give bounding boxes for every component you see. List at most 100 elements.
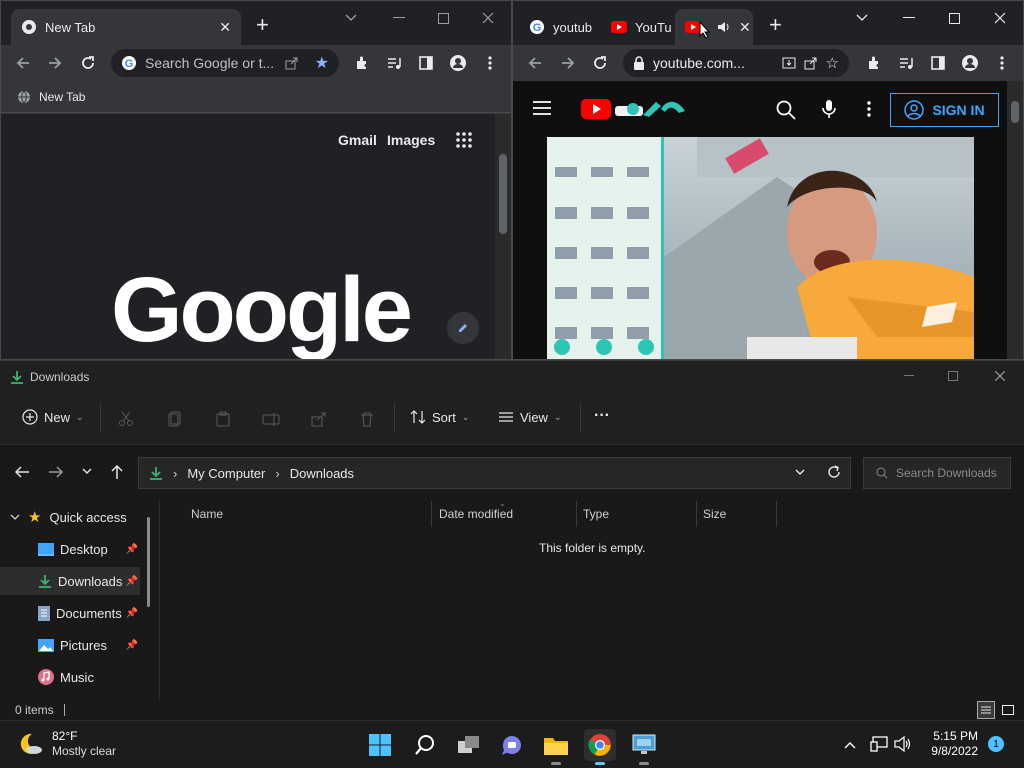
close-window-button[interactable] bbox=[985, 7, 1015, 29]
minimize-button[interactable] bbox=[904, 375, 914, 377]
new-tab-button[interactable]: + bbox=[256, 14, 269, 36]
address-bar[interactable]: › My Computer › Downloads bbox=[138, 457, 851, 489]
close-tab-icon[interactable]: ✕ bbox=[219, 19, 231, 36]
taskbar-search-button[interactable] bbox=[409, 729, 441, 761]
paste-icon[interactable] bbox=[215, 411, 231, 427]
chrome-taskbar-button[interactable] bbox=[584, 729, 616, 765]
share-icon[interactable] bbox=[311, 411, 327, 427]
column-header-type[interactable]: Type bbox=[577, 501, 697, 527]
maximize-button[interactable] bbox=[948, 371, 958, 381]
large-icons-view-icon[interactable] bbox=[999, 701, 1017, 719]
omnibox[interactable]: youtube.com... ☆ bbox=[623, 49, 849, 77]
scrollbar-thumb[interactable] bbox=[499, 154, 507, 234]
remote-desktop-taskbar-button[interactable] bbox=[628, 729, 660, 765]
close-window-button[interactable] bbox=[473, 7, 503, 29]
chevron-down-icon[interactable] bbox=[847, 7, 877, 29]
forward-arrow-icon[interactable] bbox=[45, 53, 65, 73]
extensions-icon[interactable] bbox=[352, 53, 372, 73]
side-panel-icon[interactable] bbox=[928, 53, 948, 73]
more-options-icon[interactable] bbox=[867, 101, 871, 117]
nav-item-downloads[interactable]: Downloads 📌 bbox=[0, 567, 140, 595]
task-view-button[interactable] bbox=[453, 729, 485, 761]
tab-youtube-search[interactable]: G youtub bbox=[519, 9, 599, 45]
minimize-button[interactable] bbox=[894, 7, 924, 29]
back-arrow-icon[interactable] bbox=[525, 53, 545, 73]
maximize-button[interactable] bbox=[428, 7, 458, 29]
kebab-menu-icon[interactable] bbox=[992, 53, 1012, 73]
reload-icon[interactable] bbox=[78, 53, 98, 73]
kebab-menu-icon[interactable] bbox=[480, 53, 500, 73]
column-header-name[interactable]: Name bbox=[185, 501, 432, 527]
tab-youtube-active[interactable]: ✕ bbox=[675, 9, 753, 45]
close-tab-icon[interactable]: ✕ bbox=[739, 19, 751, 36]
bookmark-new-tab[interactable]: New Tab bbox=[39, 90, 85, 104]
bookmark-star-outline-icon[interactable]: ☆ bbox=[826, 54, 839, 72]
nav-item-music[interactable]: Music bbox=[0, 663, 140, 691]
back-arrow-icon[interactable] bbox=[13, 53, 33, 73]
bookmark-star-icon[interactable]: ★ bbox=[315, 53, 329, 73]
lock-icon[interactable] bbox=[633, 56, 645, 70]
maximize-button[interactable] bbox=[939, 7, 969, 29]
forward-arrow-icon[interactable] bbox=[558, 53, 578, 73]
tab-youtube[interactable]: YouTu bbox=[601, 9, 673, 45]
show-hidden-icons-chevron-icon[interactable] bbox=[844, 741, 856, 749]
page-scrollbar[interactable] bbox=[495, 114, 511, 359]
breadcrumb-my-computer[interactable]: My Computer bbox=[187, 466, 265, 481]
delete-icon[interactable] bbox=[359, 411, 375, 427]
up-arrow-icon[interactable] bbox=[110, 464, 124, 480]
address-history-chevron-icon[interactable] bbox=[795, 469, 805, 476]
reload-icon[interactable] bbox=[590, 53, 610, 73]
back-arrow-icon[interactable] bbox=[14, 465, 30, 479]
pin-icon[interactable]: 📌 bbox=[126, 576, 138, 587]
new-button[interactable]: New ⌄ bbox=[22, 409, 84, 425]
start-button[interactable] bbox=[364, 729, 396, 761]
see-more-button[interactable]: ··· bbox=[594, 407, 610, 425]
media-control-icon[interactable] bbox=[896, 53, 916, 73]
details-view-icon[interactable] bbox=[977, 701, 995, 719]
pin-icon[interactable]: 📌 bbox=[126, 544, 138, 555]
video-player[interactable] bbox=[547, 137, 974, 359]
tab-new-tab[interactable]: New Tab ✕ bbox=[11, 9, 241, 45]
scrollbar-thumb[interactable] bbox=[1011, 101, 1019, 123]
sign-in-button[interactable]: SIGN IN bbox=[890, 93, 999, 127]
chevron-down-icon[interactable] bbox=[10, 514, 20, 521]
profile-icon[interactable] bbox=[960, 53, 980, 73]
close-window-button[interactable] bbox=[995, 371, 1005, 381]
page-scrollbar[interactable] bbox=[1007, 81, 1023, 359]
notification-badge[interactable]: 1 bbox=[988, 736, 1004, 752]
share-icon[interactable] bbox=[804, 56, 818, 70]
forward-arrow-icon[interactable] bbox=[48, 465, 64, 479]
recent-locations-chevron-icon[interactable] bbox=[82, 468, 92, 475]
volume-icon[interactable] bbox=[894, 736, 912, 752]
nav-item-documents[interactable]: Documents 📌 bbox=[0, 599, 140, 627]
search-downloads-input[interactable]: Search Downloads bbox=[863, 457, 1011, 489]
rename-icon[interactable] bbox=[262, 411, 280, 427]
cut-icon[interactable] bbox=[118, 411, 134, 427]
weather-widget[interactable]: 82°F Mostly clear bbox=[16, 729, 116, 759]
customize-pencil-icon[interactable] bbox=[447, 312, 479, 344]
minimize-button[interactable] bbox=[384, 7, 414, 29]
clock[interactable]: 5:15 PM 9/8/2022 bbox=[926, 729, 978, 759]
copy-icon[interactable] bbox=[167, 411, 183, 427]
share-icon[interactable] bbox=[285, 56, 299, 70]
nav-item-pictures[interactable]: Pictures 📌 bbox=[0, 631, 140, 659]
search-icon[interactable] bbox=[776, 100, 796, 120]
column-header-size[interactable]: Size bbox=[697, 501, 777, 527]
nav-item-desktop[interactable]: Desktop 📌 bbox=[0, 535, 140, 563]
refresh-icon[interactable] bbox=[827, 465, 841, 479]
navpane-scrollbar[interactable] bbox=[147, 517, 150, 607]
new-tab-button[interactable]: + bbox=[769, 14, 782, 36]
extensions-icon[interactable] bbox=[864, 53, 884, 73]
file-explorer-taskbar-button[interactable] bbox=[540, 729, 572, 765]
hamburger-menu-icon[interactable] bbox=[533, 101, 551, 115]
youtube-logo-icon[interactable] bbox=[581, 97, 687, 121]
media-control-icon[interactable] bbox=[384, 53, 404, 73]
view-button[interactable]: View ⌄ bbox=[498, 409, 562, 425]
breadcrumb-downloads[interactable]: Downloads bbox=[290, 466, 354, 481]
microphone-icon[interactable] bbox=[822, 99, 836, 119]
pin-icon[interactable]: 📌 bbox=[126, 640, 138, 651]
gmail-link[interactable]: Gmail bbox=[338, 132, 377, 148]
chevron-down-icon[interactable] bbox=[336, 7, 366, 29]
sort-button[interactable]: Sort ⌄ bbox=[410, 409, 469, 425]
network-icon[interactable] bbox=[870, 736, 888, 752]
